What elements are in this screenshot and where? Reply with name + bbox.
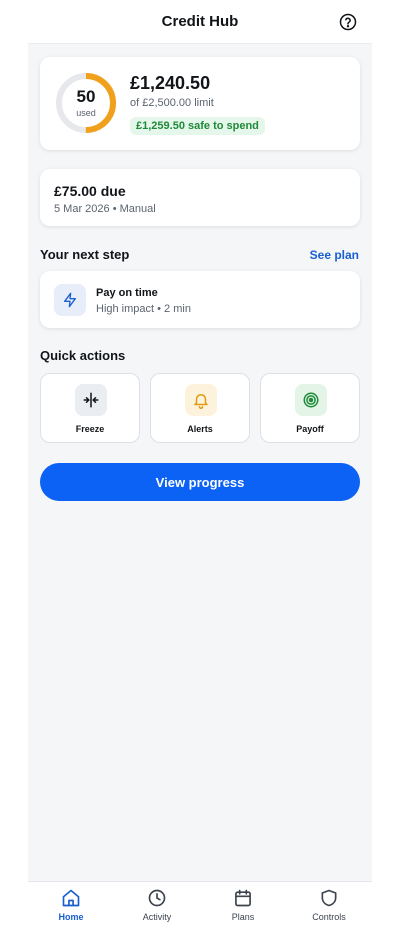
credit-limit: of £2,500.00 limit: [130, 97, 214, 109]
page-title: Credit Hub: [161, 13, 239, 30]
alerts-icon-badge: [185, 384, 217, 416]
tab-activity-label: Activity: [142, 912, 172, 922]
view-progress-button[interactable]: View progress: [40, 463, 360, 501]
balance-amount: £1,240.50: [130, 73, 211, 93]
quick-actions-heading: Quick actions: [40, 348, 126, 363]
home-icon: [62, 889, 80, 907]
payoff-action-button[interactable]: Payoff: [260, 373, 360, 443]
tab-controls-label: Controls: [312, 912, 346, 922]
app-screen: Credit Hub 50 used £1,240.50 of £2,500.0…: [28, 0, 372, 929]
utilization-value: 50: [76, 87, 96, 106]
lightning-icon: [64, 292, 76, 308]
tab-home-label: Home: [58, 912, 84, 922]
utilization-label: used: [76, 108, 96, 118]
payment-due-card[interactable]: £75.00 due 5 Mar 2026 • Manual: [40, 169, 360, 226]
tab-home[interactable]: Home: [28, 882, 114, 929]
alerts-action-button[interactable]: Alerts: [150, 373, 250, 443]
calendar-icon: [235, 889, 251, 907]
payoff-label: Payoff: [296, 424, 324, 434]
next-step-card[interactable]: Pay on time High impact • 2 min: [40, 271, 360, 328]
alerts-label: Alerts: [187, 424, 213, 434]
freeze-label: Freeze: [75, 424, 105, 434]
freeze-action-button[interactable]: Freeze: [40, 373, 140, 443]
freeze-icon-badge: [75, 384, 107, 416]
help-button[interactable]: [338, 12, 358, 32]
freeze-icon: [83, 392, 99, 408]
balance-card[interactable]: 50 used £1,240.50 of £2,500.00 limit £1,…: [40, 57, 360, 150]
next-step-heading: Your next step: [40, 247, 130, 262]
due-meta: 5 Mar 2026 • Manual: [54, 203, 156, 215]
tab-controls[interactable]: Controls: [286, 882, 372, 929]
help-circle-icon: [339, 13, 357, 31]
bell-icon: [194, 394, 208, 409]
bottom-tab-bar: Home Activity Plans Controls: [28, 881, 372, 929]
step-title: Pay on time: [96, 287, 158, 299]
tab-plans[interactable]: Plans: [200, 882, 286, 929]
step-icon-badge: [54, 284, 86, 316]
tab-activity[interactable]: Activity: [114, 882, 200, 929]
due-amount: £75.00 due: [54, 183, 126, 199]
shield-icon: [321, 889, 337, 907]
clock-icon: [148, 889, 166, 907]
step-meta: High impact • 2 min: [96, 303, 191, 315]
app-header: Credit Hub: [28, 0, 372, 44]
payoff-icon-badge: [295, 384, 327, 416]
target-icon: [303, 392, 319, 408]
tab-plans-label: Plans: [231, 912, 255, 922]
see-plan-link[interactable]: See plan: [310, 248, 359, 262]
safe-to-spend-badge: £1,259.50 safe to spend: [130, 117, 265, 135]
